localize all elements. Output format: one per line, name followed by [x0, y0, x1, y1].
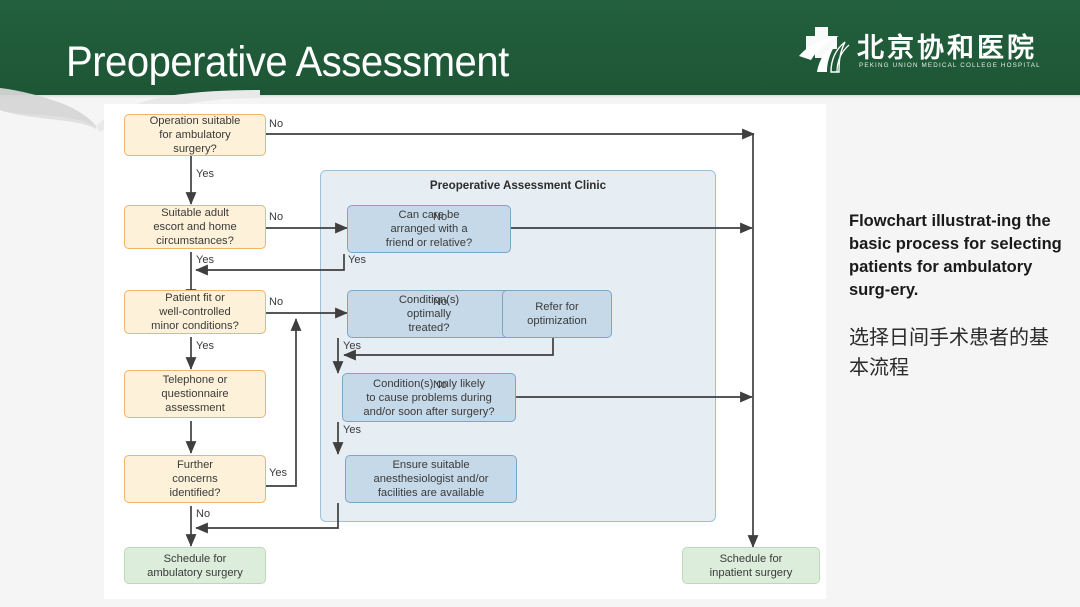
hospital-cross-bird-icon	[799, 27, 850, 73]
slide: Preoperative Assessment 北京协和医院 PEKING UN…	[0, 0, 1080, 607]
edge-label-n3-no: No	[269, 296, 284, 308]
caption-block: Flowchart illustrat-ing the basic proces…	[849, 210, 1064, 382]
edge-label-c2-no: No	[433, 296, 448, 308]
node-label: Condition(s) only likely to cause proble…	[363, 377, 495, 418]
edge-label-c2-yes: Yes	[343, 340, 361, 352]
node-patient-fit[interactable]: Patient fit or well-controlled minor con…	[124, 290, 266, 334]
node-label: Further concerns identified?	[169, 459, 221, 499]
edge-label-c1-no: No	[433, 211, 448, 223]
edge-label-n1-yes: Yes	[196, 168, 214, 180]
logo-name-cn: 北京协和医院	[857, 33, 1037, 64]
node-ensure-anesthesiologist[interactable]: Ensure suitable anesthesiologist and/or …	[345, 455, 517, 503]
edge-label-n5-yes: Yes	[269, 467, 287, 479]
node-schedule-inpatient-surgery[interactable]: Schedule for inpatient surgery	[682, 547, 820, 584]
node-label: Schedule for ambulatory surgery	[147, 552, 243, 579]
node-label: Can care be arranged with a friend or re…	[385, 209, 473, 249]
hospital-logo: 北京协和医院 PEKING UNION MEDICAL COLLEGE HOSP…	[795, 26, 1040, 76]
node-telephone-questionnaire[interactable]: Telephone or questionnaire assessment	[124, 370, 266, 418]
node-refer-for-optimization[interactable]: Refer for optimization	[502, 290, 612, 338]
node-suitable-adult-escort[interactable]: Suitable adult escort and home circumsta…	[124, 205, 266, 249]
edge-label-n2-no: No	[269, 211, 284, 223]
edge-label-c4-no: No	[433, 379, 448, 391]
node-label: Patient fit or well-controlled minor con…	[151, 292, 239, 332]
node-conditions-optimally-treated[interactable]: Condition(s) optimally treated?	[347, 290, 511, 338]
edge-label-n1-no: No	[269, 118, 284, 130]
edge-label-n2-yes: Yes	[196, 254, 214, 266]
slide-header: Preoperative Assessment 北京协和医院 PEKING UN…	[0, 0, 1080, 96]
node-further-concerns[interactable]: Further concerns identified?	[124, 455, 266, 503]
node-operation-suitable[interactable]: Operation suitable for ambulatory surger…	[124, 114, 266, 156]
edge-label-n3-yes: Yes	[196, 340, 214, 352]
edge-label-c1-yes: Yes	[348, 254, 366, 266]
node-label: Refer for optimization	[527, 301, 587, 327]
header-divider	[0, 95, 1080, 99]
page-title: Preoperative Assessment	[66, 38, 509, 86]
node-label: Schedule for inpatient surgery	[709, 552, 793, 579]
flowchart-canvas: Preoperative Assessment Clinic Operation…	[104, 104, 826, 599]
node-label: Telephone or questionnaire assessment	[161, 374, 229, 414]
logo-name-en: PEKING UNION MEDICAL COLLEGE HOSPITAL	[859, 62, 1041, 69]
edge-label-n5-no: No	[196, 508, 211, 520]
node-label: Suitable adult escort and home circumsta…	[153, 207, 237, 247]
node-conditions-cause-problems[interactable]: Condition(s) only likely to cause proble…	[342, 373, 516, 422]
node-schedule-ambulatory-surgery[interactable]: Schedule for ambulatory surgery	[124, 547, 266, 584]
node-care-arranged-friend[interactable]: Can care be arranged with a friend or re…	[347, 205, 511, 253]
caption-chinese: 选择日间手术患者的基本流程	[849, 325, 1049, 379]
node-label: Operation suitable for ambulatory surger…	[149, 115, 241, 155]
edge-label-c4-yes: Yes	[343, 424, 361, 436]
node-label: Ensure suitable anesthesiologist and/or …	[373, 459, 489, 499]
node-label: Condition(s) optimally treated?	[398, 294, 460, 334]
caption-english: Flowchart illustrat-ing the basic proces…	[849, 212, 1062, 299]
